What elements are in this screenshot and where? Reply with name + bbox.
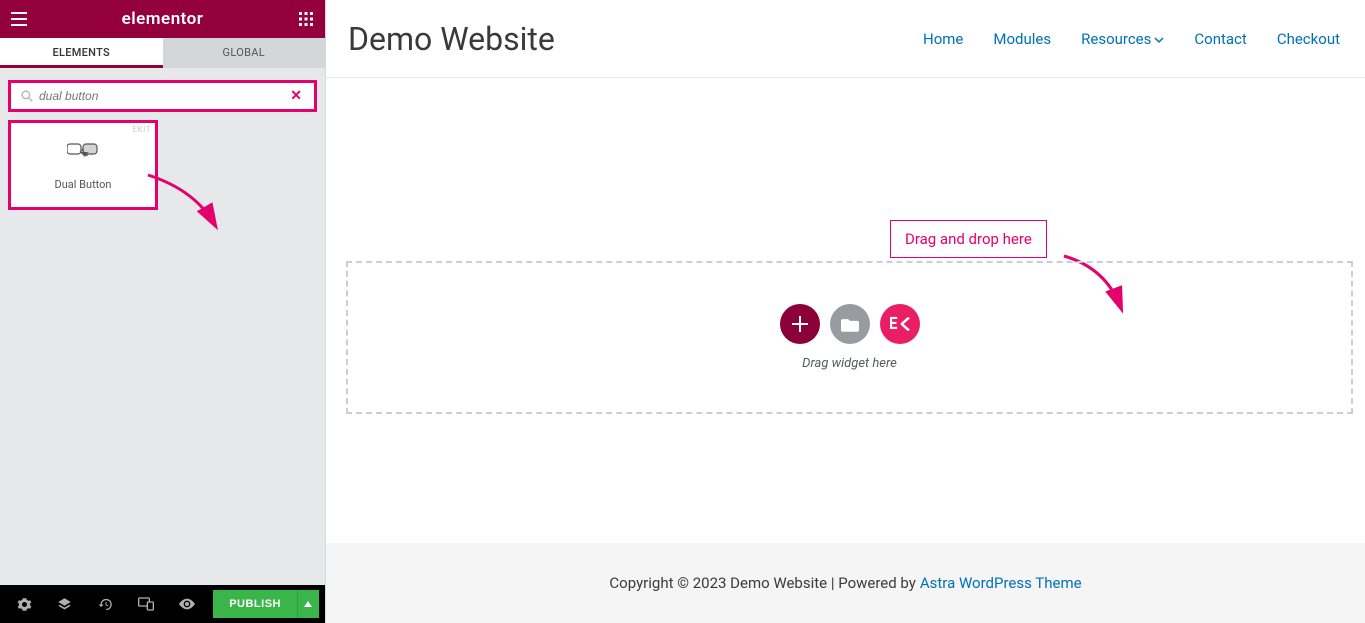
tab-elements[interactable]: ELEMENTS: [0, 38, 163, 68]
ek-icon: [890, 316, 910, 332]
drop-zone-text: Drag widget here: [802, 356, 897, 371]
nav-resources[interactable]: Resources: [1081, 30, 1164, 48]
tab-global[interactable]: GLOBAL: [163, 38, 326, 68]
nav-checkout[interactable]: Checkout: [1277, 30, 1340, 48]
plus-icon: [792, 316, 808, 332]
history-icon: [98, 597, 113, 612]
site-header: Demo Website Home Modules Resources Cont…: [326, 0, 1365, 78]
nav-modules[interactable]: Modules: [993, 30, 1051, 48]
chevron-down-icon: [1154, 36, 1164, 44]
history-button[interactable]: [87, 588, 124, 620]
navigator-button[interactable]: [47, 588, 84, 620]
sidebar-footer: PUBLISH: [0, 585, 325, 623]
publish-options-button[interactable]: [297, 590, 319, 618]
eye-icon: [179, 598, 195, 610]
footer-text: Copyright © 2023 Demo Website | Powered …: [609, 574, 915, 592]
site-footer: Copyright © 2023 Demo Website | Powered …: [326, 543, 1365, 623]
search-icon: [21, 90, 33, 102]
publish-button[interactable]: PUBLISH: [213, 590, 297, 618]
elementskit-button[interactable]: [880, 304, 920, 344]
nav-resources-label: Resources: [1081, 30, 1151, 48]
page-preview: Demo Website Home Modules Resources Cont…: [325, 0, 1365, 623]
widget-search-box: ✕: [8, 80, 317, 112]
editor-canvas: Drag and drop here Drag widge: [326, 78, 1365, 543]
site-nav: Home Modules Resources Contact Checkout: [923, 30, 1340, 48]
apps-grid-icon: [299, 12, 313, 26]
gear-icon: [17, 597, 32, 612]
template-library-button[interactable]: [830, 304, 870, 344]
widget-dual-button[interactable]: EKIT Dual Button: [8, 120, 158, 210]
annotation-callout: Drag and drop here: [890, 220, 1047, 258]
search-clear-button[interactable]: ✕: [288, 88, 304, 104]
nav-contact[interactable]: Contact: [1194, 30, 1246, 48]
widget-search-input[interactable]: [39, 89, 288, 103]
add-section-button[interactable]: [780, 304, 820, 344]
folder-icon: [841, 317, 859, 332]
publish-group: PUBLISH: [213, 590, 319, 618]
caret-up-icon: [304, 601, 312, 607]
elementor-logo: elementor: [38, 9, 287, 29]
dual-button-icon: [67, 140, 99, 164]
sidebar-header: elementor: [0, 0, 325, 38]
responsive-icon: [138, 597, 154, 611]
widget-source-tag: EKIT: [133, 125, 151, 134]
preview-button[interactable]: [169, 588, 206, 620]
widget-label: Dual Button: [54, 178, 111, 191]
nav-home[interactable]: Home: [923, 30, 963, 48]
apps-grid-button[interactable]: [287, 0, 325, 38]
layers-icon: [57, 597, 72, 612]
responsive-button[interactable]: [128, 588, 165, 620]
hamburger-icon: [11, 12, 27, 26]
site-title: Demo Website: [348, 20, 555, 58]
footer-theme-link[interactable]: Astra WordPress Theme: [920, 574, 1082, 592]
settings-button[interactable]: [6, 588, 43, 620]
drop-zone[interactable]: Drag widget here: [346, 261, 1353, 414]
sidebar-tabs: ELEMENTS GLOBAL: [0, 38, 325, 68]
drop-zone-buttons: [780, 304, 920, 344]
hamburger-menu-button[interactable]: [0, 0, 38, 38]
elementor-sidebar: elementor ELEMENTS GLOBAL ✕ EKIT Dual Bu: [0, 0, 325, 623]
